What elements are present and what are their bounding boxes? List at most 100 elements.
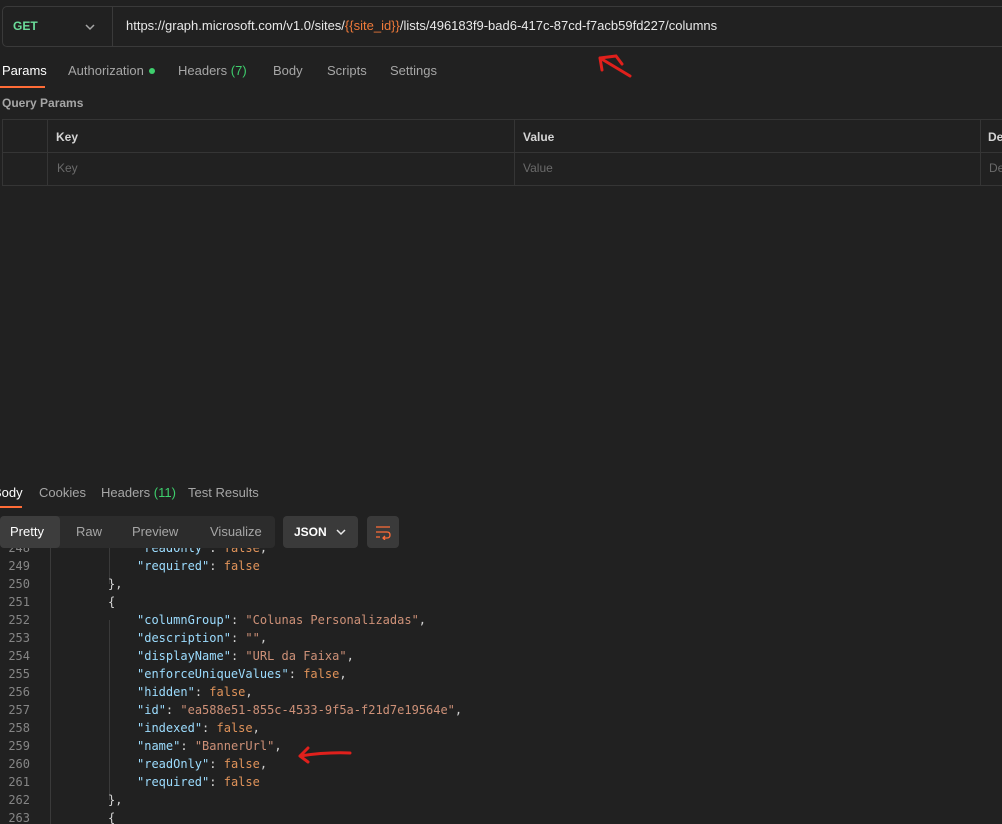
line-number: 252 xyxy=(8,613,30,627)
view-mode-pretty[interactable]: Pretty xyxy=(10,524,44,539)
json-key: id xyxy=(144,703,159,717)
line-number: 260 xyxy=(8,757,30,771)
code-text: "name": "BannerUrl", xyxy=(137,739,282,753)
comma: , xyxy=(346,649,354,663)
code-text: }, xyxy=(108,791,122,809)
code-text: { xyxy=(108,809,115,824)
response-headers-count: (11) xyxy=(153,485,176,500)
code-line: 252 "columnGroup": "Colunas Personalizada… xyxy=(0,611,1002,629)
code-line: 257 "id": "ea588e51-855c-4533-9f5a-f21d7e… xyxy=(0,701,1002,719)
code-line: 251 { xyxy=(0,593,1002,611)
code-text: "displayName": "URL da Faixa", xyxy=(137,649,354,663)
line-number: 261 xyxy=(8,775,30,789)
chevron-down-icon xyxy=(336,529,346,536)
line-number: 257 xyxy=(8,703,30,717)
tab-params[interactable]: Params xyxy=(2,63,47,78)
response-body-code[interactable]: 248 "readOnly": false, 249 "required": fals… xyxy=(0,548,1002,824)
bracket: }, xyxy=(108,793,123,807)
url-prefix: https://graph.microsoft.com/v1.0/sites/ xyxy=(126,18,345,33)
query-params-title: Query Params xyxy=(2,96,84,110)
column-header-description: De xyxy=(988,130,1002,144)
active-tab-indicator xyxy=(0,86,45,88)
divider xyxy=(47,119,48,186)
json-key: displayName xyxy=(144,649,224,663)
line-number: 251 xyxy=(8,595,30,609)
json-key: required xyxy=(144,775,203,789)
tab-headers-label: Headers xyxy=(178,63,228,78)
divider xyxy=(514,119,515,186)
code-text: "description": "", xyxy=(137,631,268,645)
code-line: 248 "readOnly": false, xyxy=(0,548,1002,557)
value-input[interactable]: Value xyxy=(523,161,553,175)
code-line: 261 "required": false xyxy=(0,773,1002,791)
json-value: "ea588e51-855c-4533-9f5a-f21d7e19564e" xyxy=(180,703,455,717)
url-variable: {{site_id}} xyxy=(344,18,400,33)
comma: , xyxy=(454,703,463,717)
json-key: readOnly xyxy=(144,757,203,771)
code-line: 254 "displayName": "URL da Faixa", xyxy=(0,647,1002,665)
json-value: "Colunas Personalizadas" xyxy=(245,613,419,627)
code-text: "enforceUniqueValues": false, xyxy=(137,667,347,681)
code-line: 260 "readOnly": false, xyxy=(0,755,1002,773)
response-tab-headers-label: Headers xyxy=(101,485,151,500)
red-arrow-annotation xyxy=(298,746,352,764)
code-text: "hidden": false, xyxy=(137,685,253,699)
url-input[interactable]: https://graph.microsoft.com/v1.0/sites/{… xyxy=(126,18,717,33)
response-tab-test-results[interactable]: Test Results xyxy=(188,485,259,500)
tab-headers[interactable]: Headers (7) xyxy=(178,63,247,78)
response-tab-headers[interactable]: Headers (11) xyxy=(101,485,176,500)
description-input[interactable]: De xyxy=(989,161,1002,175)
json-value: false xyxy=(303,667,340,681)
view-mode-visualize[interactable]: Visualize xyxy=(210,524,262,539)
status-dot-icon xyxy=(148,67,155,74)
tab-authorization-label: Authorization xyxy=(68,63,144,78)
bracket: }, xyxy=(108,577,123,591)
json-key: enforceUniqueValues xyxy=(144,667,282,681)
comma: , xyxy=(252,721,260,735)
bracket: { xyxy=(108,595,116,609)
tab-authorization[interactable]: Authorization xyxy=(68,63,155,78)
json-value: false xyxy=(216,721,253,735)
json-value: false xyxy=(223,548,260,555)
json-value: "BannerUrl" xyxy=(194,739,275,753)
method-label: GET xyxy=(13,19,38,33)
chevron-down-icon xyxy=(85,24,95,31)
code-text: { xyxy=(108,593,115,611)
line-number: 262 xyxy=(8,793,30,807)
json-key: required xyxy=(144,559,203,573)
json-key: description xyxy=(144,631,224,645)
response-tab-body[interactable]: Body xyxy=(0,485,23,500)
line-number: 255 xyxy=(8,667,30,681)
view-mode-raw[interactable]: Raw xyxy=(76,524,102,539)
json-key: name xyxy=(144,739,174,753)
json-value: false xyxy=(223,775,260,789)
code-text: "readOnly": false, xyxy=(137,757,268,771)
line-number: 248 xyxy=(8,548,30,555)
json-value: false xyxy=(223,757,260,771)
json-value: false xyxy=(223,559,260,573)
line-number: 263 xyxy=(8,811,30,824)
column-header-value: Value xyxy=(523,130,555,144)
url-bar: GET https://graph.microsoft.com/v1.0/sit… xyxy=(2,6,1002,47)
json-value: "URL da Faixa" xyxy=(245,649,347,663)
code-text: "required": false xyxy=(137,775,260,789)
response-tab-cookies[interactable]: Cookies xyxy=(39,485,86,500)
comma: , xyxy=(274,739,282,753)
view-mode-preview[interactable]: Preview xyxy=(132,524,178,539)
method-dropdown[interactable]: GET xyxy=(3,7,113,46)
tab-body[interactable]: Body xyxy=(273,63,303,78)
column-header-key: Key xyxy=(56,130,79,144)
code-line: 263 { xyxy=(0,809,1002,824)
code-text: "indexed": false, xyxy=(137,721,260,735)
code-text: "required": false xyxy=(137,559,260,573)
line-number: 250 xyxy=(8,577,30,591)
json-value: false xyxy=(209,685,246,699)
code-text: "columnGroup": "Colunas Personalizadas", xyxy=(137,613,427,627)
line-number: 249 xyxy=(8,559,30,573)
code-line: 262}, xyxy=(0,791,1002,809)
key-input[interactable]: Key xyxy=(57,161,78,175)
line-number: 253 xyxy=(8,631,30,645)
code-text: }, xyxy=(108,575,122,593)
tab-settings[interactable]: Settings xyxy=(390,63,437,78)
tab-scripts[interactable]: Scripts xyxy=(327,63,367,78)
